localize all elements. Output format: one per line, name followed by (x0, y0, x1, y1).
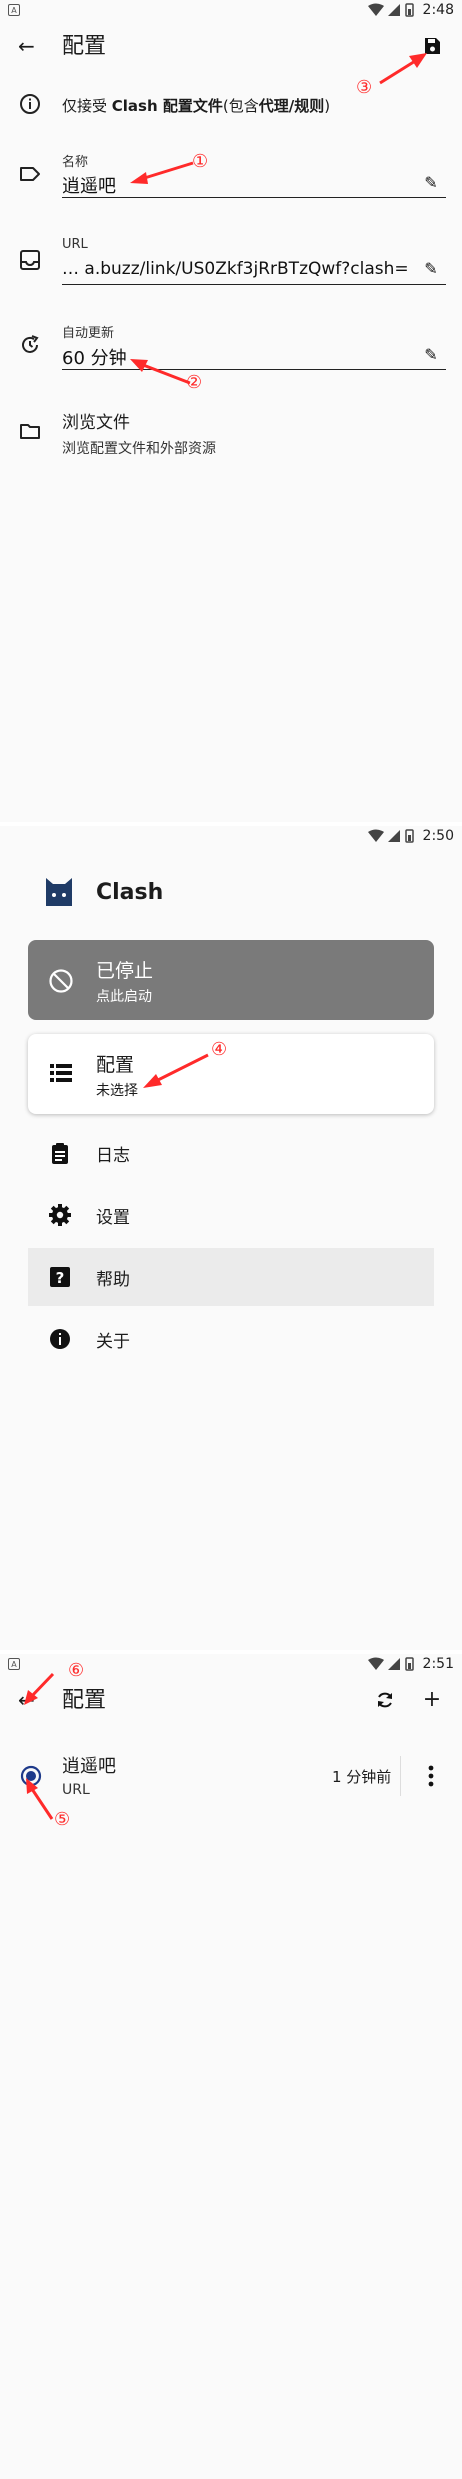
info-bold-content: 代理/规则 (258, 97, 325, 115)
clipboard-icon (52, 1143, 68, 1164)
menu-item-help[interactable]: ? 帮助 (28, 1248, 434, 1306)
profile-title: 配置 (96, 1054, 135, 1076)
clock: 2:50 (422, 828, 454, 844)
url-field[interactable]: … a.buzz/link/US0Zkf3jRrBTzQwf?clash= (62, 259, 418, 279)
divider (400, 1756, 401, 1796)
svg-text:?: ? (56, 1269, 65, 1287)
name-label: 名称 (62, 155, 89, 170)
clock: 2:48 (422, 2, 454, 18)
notification-icon: A (8, 4, 20, 16)
annotation-arrow-6 (24, 1672, 55, 1705)
gear-icon (49, 1204, 71, 1226)
more-vert-icon[interactable] (426, 1764, 436, 1788)
update-field[interactable]: 60 分钟 (62, 344, 127, 370)
status-icons (368, 1657, 414, 1671)
annotation-3: ③ (356, 77, 373, 98)
annotation-arrow-3 (379, 53, 427, 85)
profile-type: URL (62, 1782, 90, 1798)
back-arrow-icon[interactable]: ← (18, 34, 42, 58)
browse-subtitle: 浏览配置文件和外部资源 (62, 441, 216, 457)
profile-edit-screen: A 2:48 ← 配置 仅接受 Clash 配置文件(包含代理/规则) 名称 逍… (0, 0, 462, 822)
info-mid: (包含 (222, 97, 259, 115)
update-underline (62, 369, 446, 370)
status-subtitle: 点此启动 (96, 989, 152, 1005)
page-title: 配置 (62, 34, 107, 59)
url-label: URL (62, 237, 88, 252)
stopped-icon (49, 969, 73, 993)
menu-label-logs: 日志 (96, 1146, 130, 1166)
menu-label-help: 帮助 (96, 1270, 130, 1290)
profile-subtitle: 未选择 (96, 1083, 138, 1099)
browse-title: 浏览文件 (62, 413, 130, 433)
menu-label-about: 关于 (96, 1332, 130, 1352)
info-icon (20, 94, 40, 114)
profile-name: 逍遥吧 (62, 1756, 116, 1777)
edit-update-icon[interactable]: ✎ (420, 344, 442, 366)
annotation-2: ② (186, 372, 203, 393)
info-prefix: 仅接受 (62, 97, 112, 115)
status-icons (368, 829, 414, 843)
name-field[interactable]: 逍遥吧 (62, 172, 116, 198)
name-underline (62, 197, 446, 198)
menu-label-settings: 设置 (96, 1208, 130, 1228)
clock: 2:51 (422, 1656, 454, 1672)
edit-name-icon[interactable]: ✎ (420, 172, 442, 194)
clash-cat-logo-icon (46, 878, 72, 906)
help-icon: ? (50, 1267, 70, 1287)
url-underline (62, 284, 446, 285)
info-suffix: ) (324, 97, 331, 115)
profile-list-item[interactable]: 逍遥吧 URL 1 分钟前 (0, 1744, 462, 1808)
profiles-screen: A 2:51 ← 配置 + 逍遥吧 URL 1 分钟前 (0, 1654, 462, 2479)
list-icon (50, 1064, 72, 1082)
folder-icon (20, 424, 40, 439)
browse-files-row[interactable]: 浏览文件 浏览配置文件和外部资源 (62, 408, 442, 458)
status-title: 已停止 (96, 960, 154, 982)
profile-card[interactable]: 配置 未选择 (28, 1034, 434, 1114)
annotation-5: ⑤ (54, 1809, 71, 1830)
update-label: 自动更新 (62, 326, 115, 341)
page-title: 配置 (62, 1688, 107, 1713)
annotation-arrow-4 (143, 1053, 209, 1088)
status-icons (368, 3, 414, 17)
status-bar: 2:50 (0, 826, 462, 846)
menu-item-about[interactable]: 关于 (28, 1310, 434, 1368)
menu-item-logs[interactable]: 日志 (28, 1124, 434, 1182)
annotation-1: ① (192, 151, 209, 172)
menu-item-settings[interactable]: 设置 (28, 1186, 434, 1244)
label-tag-icon (20, 167, 40, 181)
edit-url-icon[interactable]: ✎ (420, 258, 442, 280)
annotation-4: ④ (211, 1039, 228, 1060)
add-icon[interactable]: + (420, 1688, 444, 1712)
status-card[interactable]: 已停止 点此启动 (28, 940, 434, 1020)
app-bar: ← 配置 + (0, 1674, 462, 1730)
inbox-icon (20, 250, 40, 270)
refresh-icon[interactable] (373, 1688, 397, 1712)
annotation-arrow-1 (130, 161, 194, 184)
profile-updated-time: 1 分钟前 (332, 1768, 392, 1786)
status-bar: A 2:48 (0, 0, 462, 20)
update-icon (22, 335, 39, 353)
annotation-6: ⑥ (68, 1660, 85, 1681)
info-text: 仅接受 Clash 配置文件(包含代理/规则) (62, 95, 330, 116)
app-name: Clash (96, 880, 164, 905)
info-bold-format: Clash 配置文件 (111, 97, 223, 115)
home-screen: 2:50 Clash 已停止 点此启动 配置 未选择 日志 设置 ? 帮助 关于… (0, 826, 462, 1650)
info-filled-icon (50, 1329, 70, 1349)
